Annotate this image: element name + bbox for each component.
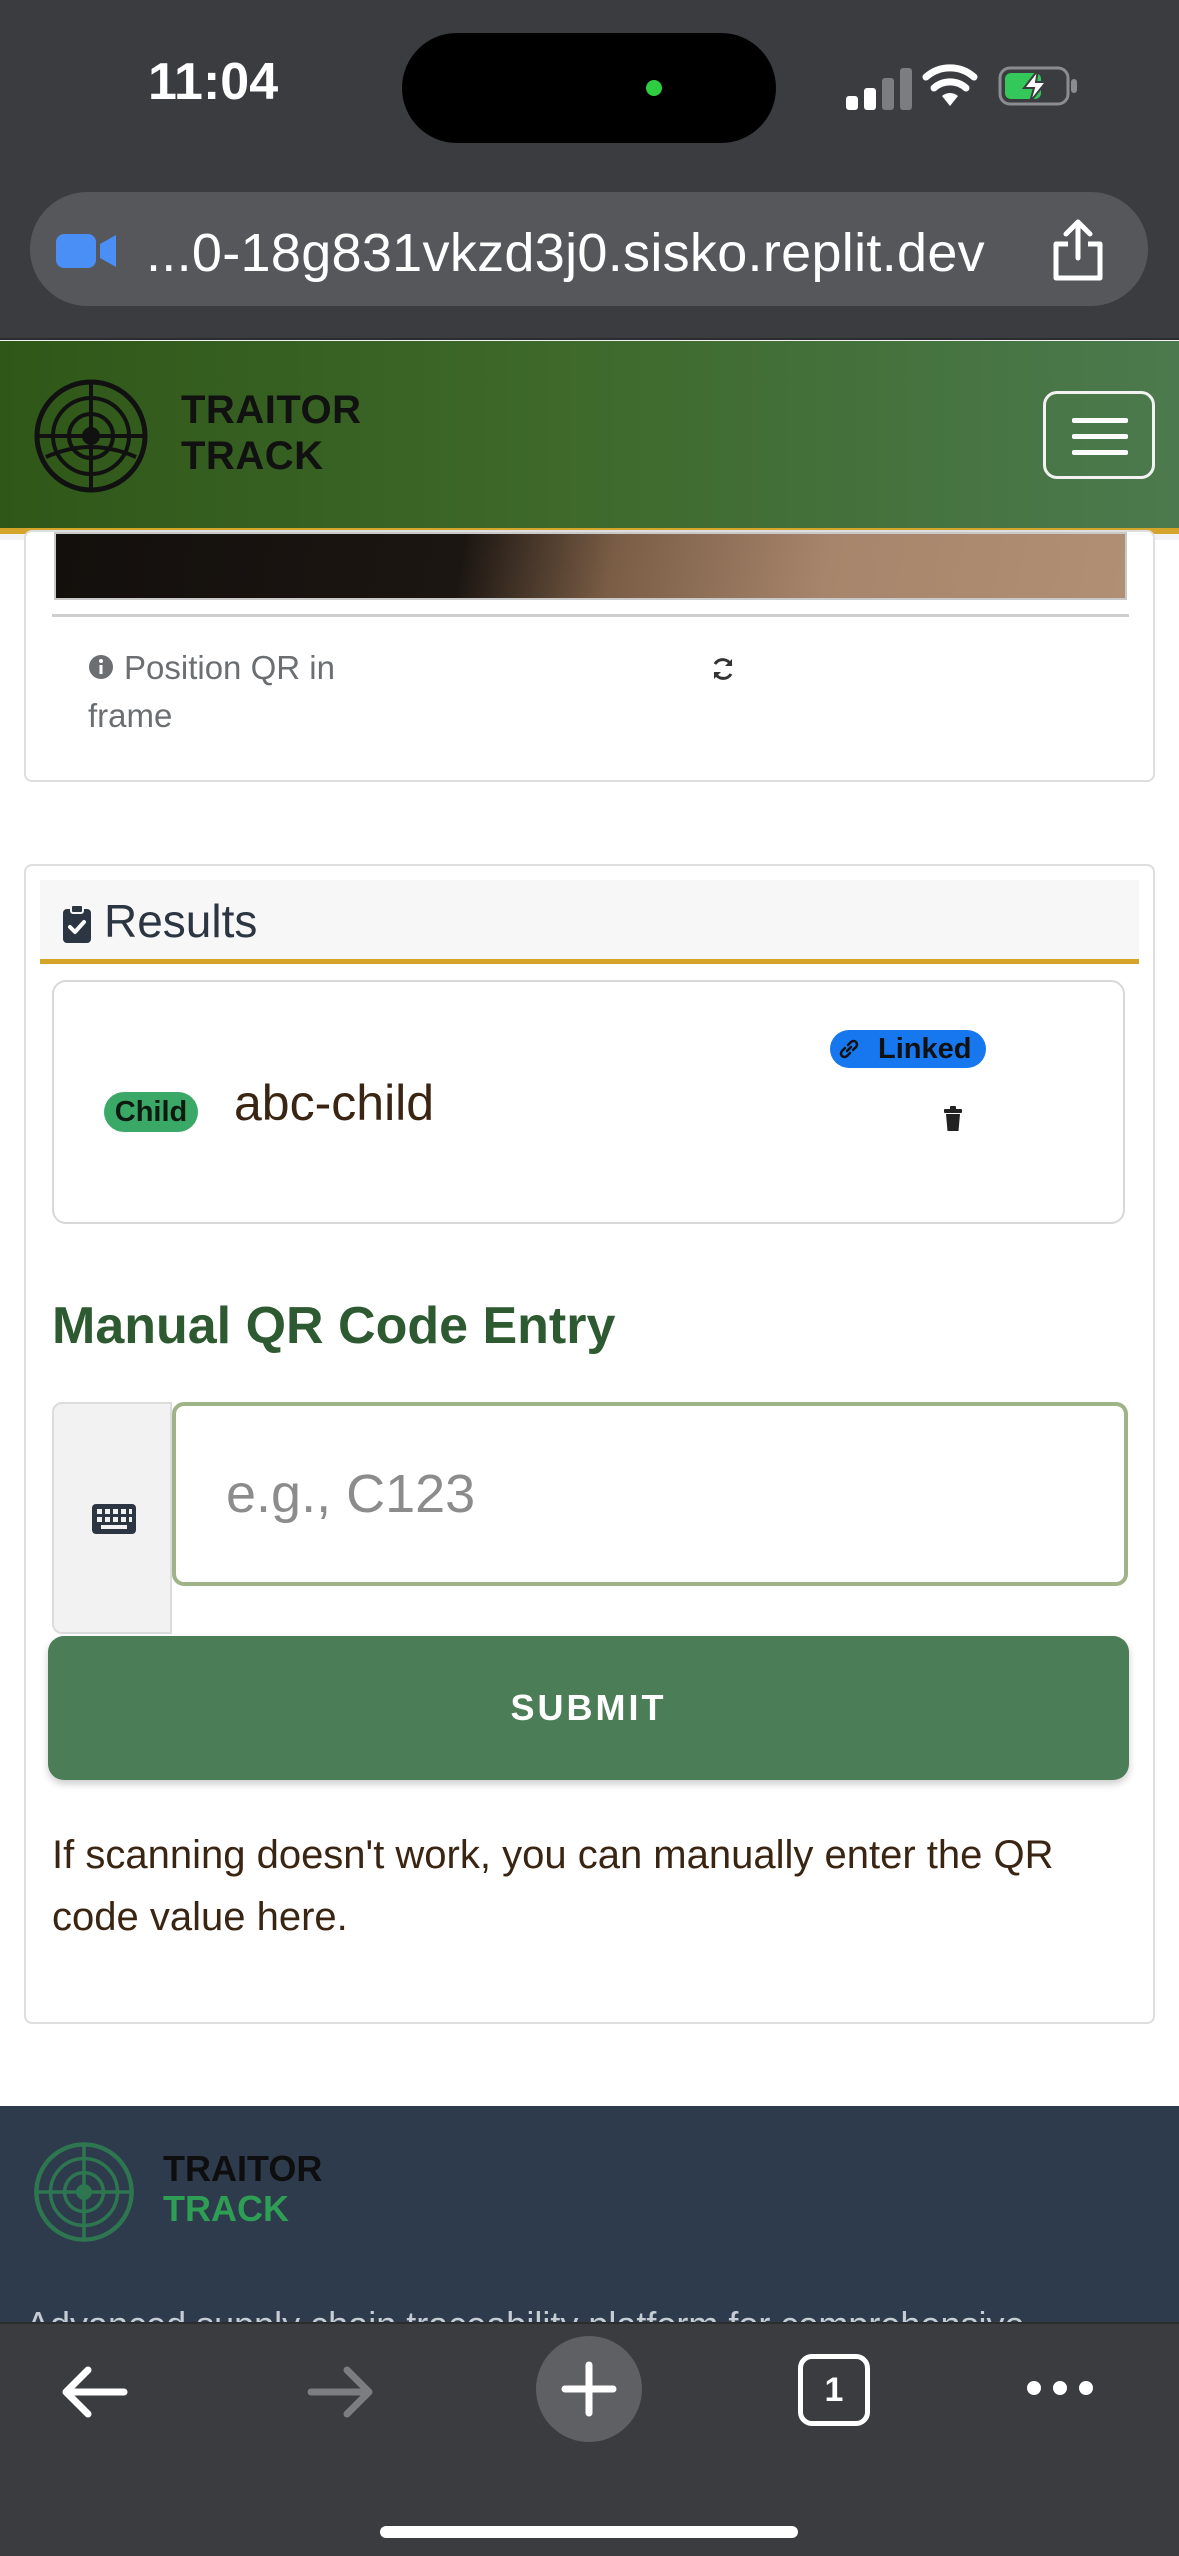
trash-icon[interactable]: [942, 1106, 964, 1132]
item-code: abc-child: [234, 1075, 435, 1131]
result-item: Child abc-child Linked: [52, 980, 1125, 1224]
results-card: Results Child abc-child Linked Manual QR…: [24, 864, 1155, 2024]
more-options-icon[interactable]: [1024, 2376, 1096, 2400]
menu-toggle-button[interactable]: [1043, 391, 1155, 479]
footer-brand-line-1: TRAITOR: [163, 2148, 323, 2189]
keyboard-icon: [92, 1504, 136, 1534]
browser-toolbar: 1: [0, 2322, 1179, 2556]
status-bar: 11:04: [0, 0, 1179, 180]
app-header: TRAITOR TRACK: [0, 341, 1179, 534]
camera-indicator-dot: [646, 80, 662, 96]
results-header: Results: [40, 880, 1139, 964]
video-camera-icon: [56, 234, 116, 268]
cellular-signal-icon: [846, 66, 912, 110]
forward-arrow-icon[interactable]: [305, 2362, 377, 2422]
url-text: ...0-18g831vkzd3j0.sisko.replit.dev: [146, 223, 985, 283]
refresh-icon[interactable]: [710, 656, 736, 682]
status-time: 11:04: [148, 53, 279, 111]
browser-address-area: ...0-18g831vkzd3j0.sisko.replit.dev: [0, 180, 1179, 340]
brand-line-1: TRAITOR: [181, 388, 362, 432]
divider: [52, 614, 1129, 617]
linked-label: Linked: [878, 1033, 972, 1065]
page-content: Position QR in frame Results Child abc-c…: [0, 530, 1179, 2106]
tab-count: 1: [824, 2371, 844, 2409]
traitor-track-logo-icon[interactable]: [32, 377, 150, 495]
battery-charging-icon: [998, 66, 1077, 106]
child-badge: Child: [104, 1092, 198, 1132]
home-indicator: [380, 2526, 798, 2538]
camera-preview: [54, 532, 1127, 600]
brand-name[interactable]: TRAITOR TRACK: [181, 387, 362, 479]
helper-text: If scanning doesn't work, you can manual…: [52, 1833, 1054, 1939]
clipboard-check-icon: [63, 904, 91, 943]
tabs-button[interactable]: 1: [798, 2354, 870, 2426]
scanner-card: Position QR in frame: [24, 530, 1155, 782]
qr-code-input[interactable]: [172, 1402, 1128, 1586]
new-tab-button[interactable]: [536, 2336, 642, 2442]
dynamic-island: [402, 33, 776, 143]
brand-line-2: TRACK: [181, 434, 324, 478]
back-arrow-icon[interactable]: [58, 2362, 130, 2422]
submit-button[interactable]: SUBMIT: [48, 1636, 1129, 1780]
results-title: Results: [104, 895, 258, 947]
footer-logo-icon: [34, 2142, 134, 2242]
position-hint: Position QR in frame: [88, 649, 335, 734]
wifi-icon: [922, 64, 978, 106]
link-icon: [839, 1039, 859, 1059]
footer-brand-line-2: TRACK: [163, 2188, 289, 2229]
keyboard-input-addon: [52, 1402, 172, 1634]
manual-entry-title: Manual QR Code Entry: [52, 1297, 616, 1355]
address-bar[interactable]: ...0-18g831vkzd3j0.sisko.replit.dev: [30, 192, 1148, 306]
footer: TRAITOR TRACK Advanced supply chain trac…: [0, 2106, 1179, 2326]
linked-badge: Linked: [830, 1030, 986, 1068]
share-icon[interactable]: [1048, 218, 1108, 282]
plus-icon: [561, 2361, 617, 2417]
